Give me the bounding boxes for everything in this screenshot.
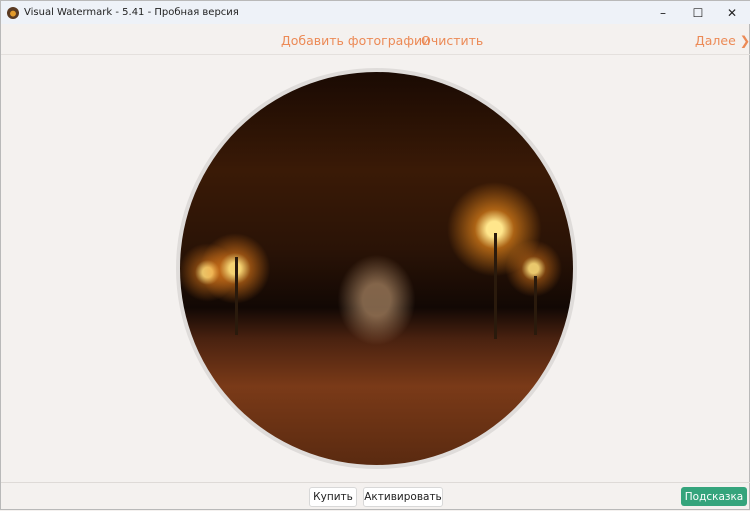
title-bar: Visual Watermark - 5.41 - Пробная версия… (1, 1, 750, 24)
photo-preview-frame (176, 68, 577, 469)
activate-button[interactable]: Активировать (363, 487, 443, 507)
app-icon (7, 6, 19, 19)
add-photos-button[interactable]: Добавить фотографии (281, 33, 430, 48)
hint-button[interactable]: Подсказка (681, 487, 747, 506)
minimize-button[interactable]: – (646, 1, 680, 24)
next-button[interactable]: Далее ❯ (695, 33, 750, 48)
window-title: Visual Watermark - 5.41 - Пробная версия (24, 7, 239, 18)
lamp-post (533, 276, 537, 336)
clear-button[interactable]: Очистить (421, 33, 483, 48)
chevron-right-icon: ❯ (739, 33, 750, 48)
buy-button[interactable]: Купить (309, 487, 357, 507)
next-label: Далее (695, 33, 736, 48)
lamp-post (235, 256, 239, 336)
lamp-post (494, 233, 498, 340)
close-button[interactable]: ✕ (715, 1, 749, 24)
photo-preview (180, 72, 573, 465)
toolbar: Добавить фотографии Очистить Далее ❯ (1, 24, 750, 55)
maximize-button[interactable]: ☐ (681, 1, 715, 24)
